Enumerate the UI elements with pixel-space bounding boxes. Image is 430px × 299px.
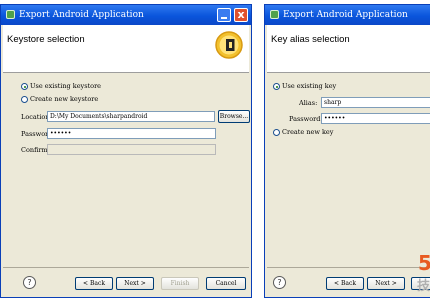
alias-input[interactable]: sharp [321, 97, 430, 108]
use-existing-key-label: Use existing key [282, 82, 337, 90]
wizard-header: Keystore selection [3, 25, 249, 73]
cancel-button[interactable]: Cancel [206, 277, 246, 290]
use-existing-key-radio[interactable] [273, 83, 280, 90]
back-button[interactable]: < Back [75, 277, 113, 290]
finish-button[interactable]: Finish [161, 277, 199, 290]
app-icon [6, 10, 15, 19]
app-icon [270, 10, 279, 19]
use-existing-keystore-label: Use existing keystore [30, 82, 102, 90]
wizard-content: Use existing keystore Create new keystor… [3, 73, 250, 263]
footer-divider [267, 267, 430, 268]
create-new-key-label: Create new key [282, 128, 334, 136]
footer-divider [3, 267, 249, 268]
browse-button[interactable]: Browse... [218, 110, 250, 123]
wizard-header: Key alias selection [267, 25, 430, 73]
create-new-keystore-radio[interactable] [21, 96, 28, 103]
window-title: Export Android Application [283, 10, 408, 20]
watermark-number: 5 [418, 251, 430, 275]
use-existing-keystore-radio[interactable] [21, 83, 28, 90]
page-title: Keystore selection [7, 34, 85, 45]
confirm-label: Confirm: [21, 146, 50, 154]
location-input[interactable]: D:\My Documents\sharpandroid [47, 111, 215, 122]
next-button[interactable]: Next > [116, 277, 154, 290]
wizard-content: Use existing key Alias: sharp Password: … [267, 73, 430, 263]
export-dialog-key-alias: Export Android Application Key alias sel… [264, 4, 430, 298]
confirm-input[interactable] [47, 144, 216, 155]
window-title: Export Android Application [19, 10, 144, 20]
alias-label: Alias: [299, 99, 318, 107]
title-bar[interactable]: Export Android Application x [1, 5, 251, 25]
export-dialog-keystore: Export Android Application x Keystore se… [0, 4, 252, 298]
password-input[interactable]: •••••• [321, 113, 430, 124]
help-icon[interactable]: ? [273, 276, 286, 289]
help-icon[interactable]: ? [23, 276, 36, 289]
close-button[interactable]: x [234, 8, 248, 22]
page-title: Key alias selection [271, 34, 350, 45]
create-new-keystore-label: Create new keystore [30, 95, 99, 103]
title-bar[interactable]: Export Android Application [265, 5, 430, 25]
create-new-key-radio[interactable] [273, 129, 280, 136]
password-label: Password: [289, 115, 323, 123]
watermark-char: 技 [417, 279, 430, 294]
back-button[interactable]: < Back [326, 277, 364, 290]
minimize-button[interactable] [217, 8, 231, 22]
password-input[interactable]: •••••• [47, 128, 216, 139]
wizard-logo-icon [215, 31, 243, 59]
next-button[interactable]: Next > [367, 277, 405, 290]
